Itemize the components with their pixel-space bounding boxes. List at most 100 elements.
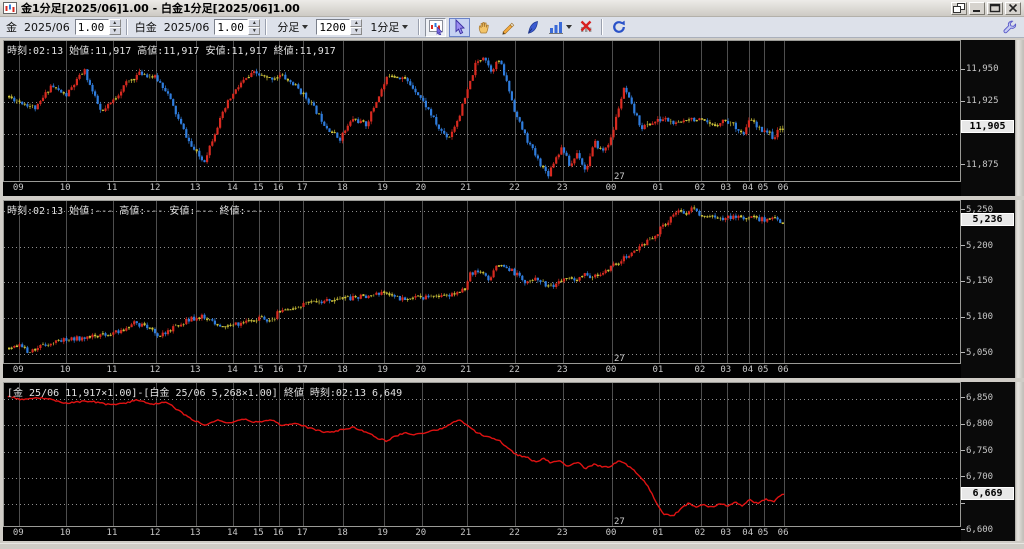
maximize-button[interactable] [987,1,1003,15]
spread-chart-svg: 27 [4,383,960,526]
window-right-border [1015,200,1024,378]
bar-type-dropdown[interactable]: 分足 [272,17,314,37]
platinum-symbol-label: 白金 [134,21,157,34]
ink-pen-icon [527,21,538,34]
gold-multiplier-down-button[interactable]: ▼ [108,27,121,35]
price-tick-mark [961,164,965,166]
day-marker-label: 27 [614,354,625,363]
gold-multiplier-spinbox: ▲ ▼ [74,19,121,35]
time-tick-label: 09 [12,183,24,193]
gold-symbol-label: 金 [6,21,17,34]
time-tick-label: 20 [415,183,427,193]
time-tick-label: 17 [296,528,308,538]
gold-multiplier-input[interactable] [74,19,109,35]
platinum-multiplier-input[interactable] [214,19,249,35]
price-tick-label: 11,975 [966,40,999,42]
current-price-badge: 6,669 [961,486,1014,500]
time-tick-label: 11 [106,365,118,375]
time-tick-label: 12 [149,365,161,375]
chevron-down-icon [302,25,309,29]
time-tick-label: 02 [694,528,706,538]
time-tick-label: 18 [336,528,348,538]
price-tick-mark [961,209,965,211]
time-tick-label: 10 [59,528,71,538]
time-tick-label: 19 [377,365,388,375]
toolbar-separator [601,19,604,35]
time-tick-label: 01 [652,183,664,193]
platinum-time-axis: 09 10 11 12 13 14 15 16 17 18 19 20 21 22 23 00 01 02 03 04… [3,364,961,378]
chart-cursor-icon [428,20,443,35]
pencil-tool-button[interactable] [497,18,518,37]
price-tick-label: 11,875 [966,159,999,170]
price-tick-mark [961,316,965,318]
bar-chart-icon [548,22,563,34]
day-marker-label: 27 [614,172,625,181]
time-tick-label: 23 [556,183,568,193]
bar-type-label: 分足 [277,21,300,34]
time-tick-label: 16 [272,528,284,538]
toolbar-separator [418,19,421,35]
time-tick-label: 23 [556,528,568,538]
spread-time-axis: 09 10 11 12 13 14 15 16 17 18 19 20 21 22 23 00 01 02 03 04… [3,527,961,541]
close-button[interactable] [1005,1,1021,15]
price-tick-label: 6,800 [966,419,994,430]
bar-count-up-button[interactable]: ▲ [350,19,363,27]
platinum-contract-month-label: 2025/06 [163,20,210,34]
price-tick-label: 6,750 [966,445,994,456]
time-tick-label: 05 [757,365,769,375]
gold-chart-panel: 時刻:02:13 始値:11,917 高値:11,917 安値:11,917 終… [0,38,1024,198]
refresh-icon [613,20,625,33]
platinum-plot-area[interactable]: 時刻:02:13 始値:--- 高値:--- 安値:--- 終値:--- 27 [3,200,961,364]
pointer-arrow-icon [455,19,465,35]
layers-button[interactable] [951,1,967,15]
indicator-chart-button[interactable] [545,18,566,37]
hand-tool-button[interactable] [473,18,494,37]
window-chart-icon [3,2,17,14]
pointer-tool-button[interactable] [449,17,471,37]
bar-count-down-button[interactable]: ▼ [350,27,363,35]
delete-chart-icon [580,20,592,32]
price-tick-mark [961,68,965,70]
bar-count-input[interactable] [316,19,351,35]
platinum-multiplier-up-button[interactable]: ▲ [248,19,261,27]
time-tick-label: 22 [509,183,520,193]
time-tick-label: 09 [12,365,24,375]
platinum-multiplier-down-button[interactable]: ▼ [248,27,261,35]
close-icon [1008,3,1018,13]
gold-multiplier-up-button[interactable]: ▲ [108,19,121,27]
minimize-button[interactable] [969,1,985,15]
day-marker-label: 27 [614,517,625,526]
period-label: 1分足 [370,21,400,34]
time-tick-label: 17 [296,183,308,193]
chart-select-tool-button[interactable] [425,17,447,37]
time-tick-label: 15 [252,528,264,538]
settings-button[interactable] [999,18,1020,37]
window-right-border [1015,382,1024,541]
time-tick-label: 14 [227,183,238,193]
time-tick-label: 04 [742,528,754,538]
price-tick-mark [961,502,965,504]
gold-plot-area[interactable]: 時刻:02:13 始値:11,917 高値:11,917 安値:11,917 終… [3,40,961,182]
toolbar-separator [125,19,128,35]
title-bar[interactable]: 金1分足[2025/06]1.00 - 白金1分足[2025/06]1.00 [0,0,1024,17]
refresh-button[interactable] [608,18,629,37]
time-tick-label: 02 [694,183,706,193]
time-tick-label: 13 [189,183,201,193]
time-tick-label: 04 [742,365,754,375]
minimize-icon [973,10,980,12]
spread-plot-area[interactable]: [金 25/06 11,917×1.00]-[白金 25/06 5,268×1.… [3,382,961,527]
spread-info-line: [金 25/06 11,917×1.00]-[白金 25/06 5,268×1.… [7,388,403,399]
time-tick-label: 02 [694,365,706,375]
trading-app-window: 金1分足[2025/06]1.00 - 白金1分足[2025/06]1.00 金… [0,0,1024,549]
price-tick-mark [961,423,965,425]
price-tick-mark [961,280,965,282]
window-right-border [1015,40,1024,196]
price-tick-mark [961,100,965,102]
pen-tool-button[interactable] [521,18,542,37]
delete-drawing-button[interactable] [575,18,596,37]
chevron-down-icon[interactable] [566,25,573,29]
toolbar: 金 2025/06 ▲ ▼ 白金 2025/06 ▲ ▼ 分足 ▲ [0,17,1024,38]
period-dropdown[interactable]: 1分足 [365,17,414,37]
layers-icon [953,3,965,13]
time-tick-label: 06 [777,183,789,193]
